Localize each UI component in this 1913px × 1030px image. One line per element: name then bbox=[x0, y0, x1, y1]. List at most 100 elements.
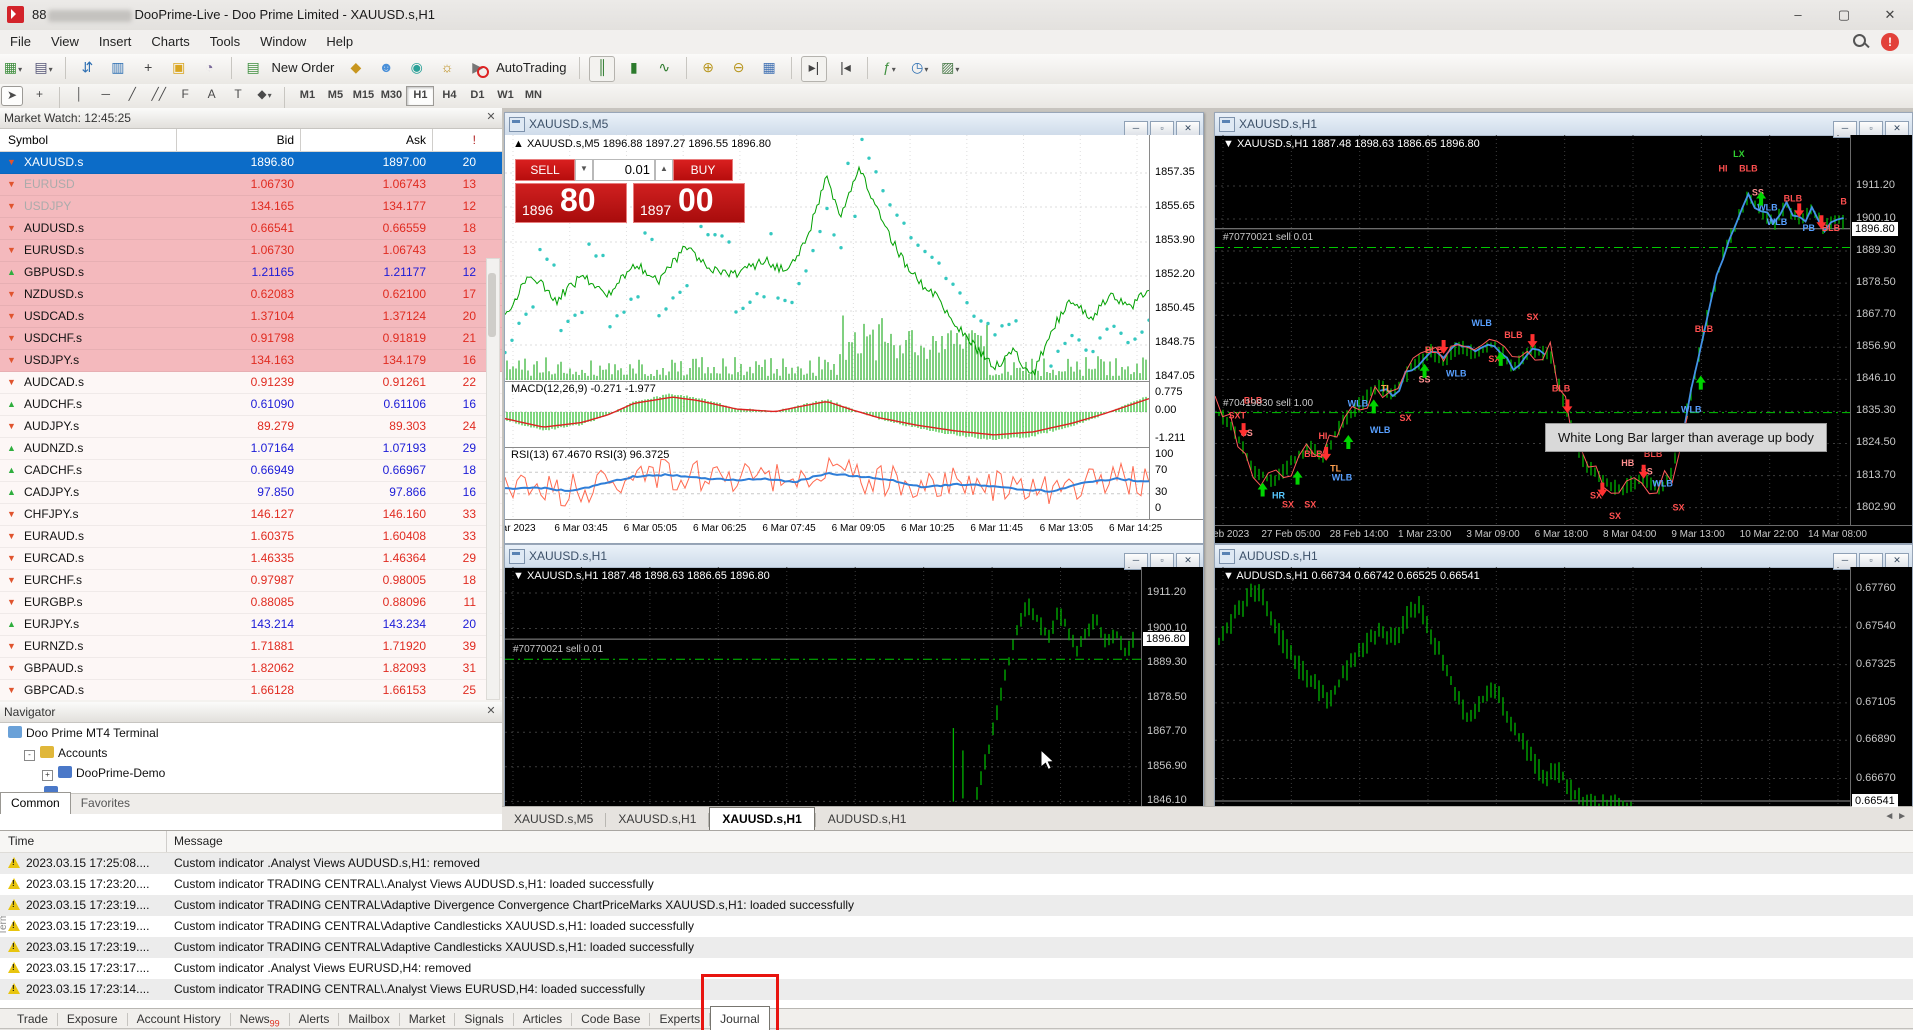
timeframe-h1[interactable]: H1 bbox=[406, 86, 434, 106]
arrows-tool-icon[interactable]: ◆▾ bbox=[255, 86, 275, 104]
horizontal-line-icon[interactable]: ─ bbox=[96, 86, 116, 104]
tile-windows-icon[interactable]: ▦ bbox=[757, 56, 781, 80]
navigator-tab-common[interactable]: Common bbox=[0, 792, 71, 814]
autotrading-icon[interactable]: ▶ bbox=[466, 56, 490, 80]
timeframe-d1[interactable]: D1 bbox=[464, 86, 490, 104]
symbol-row-cadchf.s[interactable]: ▲CADCHF.s0.669490.6696718 bbox=[0, 460, 502, 482]
chart-canvas-audusd-h1[interactable]: 0.677600.675400.673250.671050.668900.666… bbox=[1215, 567, 1912, 807]
buy-button[interactable]: BUY bbox=[673, 159, 733, 181]
menu-window[interactable]: Window bbox=[250, 30, 316, 53]
chart-window-xauusd-m5[interactable]: XAUUSD.s,M5 ─▫✕ SELL ▼ 0.01 ▲ BUY 189680 bbox=[504, 112, 1204, 544]
timeframe-m30[interactable]: M30 bbox=[378, 86, 404, 104]
column-header-![interactable]: ! bbox=[432, 129, 476, 151]
navigator-toggle-icon[interactable]: + bbox=[136, 56, 160, 80]
new-order-button[interactable]: New Order bbox=[272, 54, 335, 82]
chart-tab-3[interactable]: AUDUSD.s,H1 bbox=[816, 808, 919, 831]
menu-view[interactable]: View bbox=[41, 30, 89, 53]
terminal-tab-alerts[interactable]: Alerts bbox=[290, 1009, 339, 1030]
templates-icon[interactable]: ▨▾ bbox=[938, 56, 962, 80]
signals-icon[interactable]: ◉ bbox=[405, 56, 429, 80]
terminal-tab-market[interactable]: Market bbox=[400, 1009, 455, 1030]
chart-window-xauusd-h1-plain[interactable]: XAUUSD.s,H1 ─▫✕ #70770021 sell 0.011911.… bbox=[504, 544, 1204, 808]
menu-help[interactable]: Help bbox=[316, 30, 363, 53]
market-watch-toggle-icon[interactable]: ⇵ bbox=[75, 56, 99, 80]
navigator-close-icon[interactable]: ✕ bbox=[484, 705, 498, 719]
terminal-tab-articles[interactable]: Articles bbox=[514, 1009, 571, 1030]
chart-window-titlebar[interactable]: XAUUSD.s,H1 ─▫✕ bbox=[1215, 113, 1912, 136]
close-button[interactable]: ✕ bbox=[1867, 0, 1913, 29]
chart-window-titlebar[interactable]: XAUUSD.s,M5 ─▫✕ bbox=[505, 113, 1203, 136]
terminal-toggle-icon[interactable]: ▣ bbox=[167, 56, 191, 80]
column-header-symbol[interactable]: Symbol bbox=[8, 129, 48, 151]
symbol-row-audnzd.s[interactable]: ▲AUDNZD.s1.071641.0719329 bbox=[0, 438, 502, 460]
symbol-row-audjpy.s[interactable]: ▼AUDJPY.s89.27989.30324 bbox=[0, 416, 502, 438]
search-icon[interactable] bbox=[1853, 34, 1869, 50]
menu-charts[interactable]: Charts bbox=[141, 30, 199, 53]
timeframe-w1[interactable]: W1 bbox=[492, 86, 518, 104]
cursor-tool-icon[interactable]: ➤ bbox=[1, 86, 23, 106]
navigator-item-accounts[interactable]: -Accounts bbox=[0, 743, 502, 763]
symbol-row-eurjpy.s[interactable]: ▲EURJPY.s143.214143.23420 bbox=[0, 614, 502, 636]
terminal-tab-trade[interactable]: Trade bbox=[8, 1009, 57, 1030]
chart-tab-scroll-arrows[interactable]: ◄ ► bbox=[1884, 811, 1907, 822]
zoom-out-icon[interactable]: ⊖ bbox=[727, 56, 751, 80]
community-icon[interactable]: ☻ bbox=[374, 56, 398, 80]
metaeditor-icon[interactable]: ◆ bbox=[344, 56, 368, 80]
chart-window-titlebar[interactable]: AUDUSD.s,H1 ─▫✕ bbox=[1215, 545, 1912, 568]
services-icon[interactable]: ☼ bbox=[435, 56, 459, 80]
terminal-tab-journal[interactable]: Journal bbox=[710, 1006, 769, 1030]
symbol-row-usdchf.s[interactable]: ▼USDCHF.s0.917980.9181921 bbox=[0, 328, 502, 350]
timeframe-mn[interactable]: MN bbox=[520, 86, 546, 104]
column-header-ask[interactable]: Ask bbox=[300, 129, 426, 151]
menu-tools[interactable]: Tools bbox=[200, 30, 250, 53]
symbol-row-xauusd.s[interactable]: ▼XAUUSD.s1896.801897.0020 bbox=[0, 152, 502, 174]
buy-price-box[interactable]: 189700 bbox=[633, 183, 745, 223]
timeframe-h4[interactable]: H4 bbox=[436, 86, 462, 104]
menu-insert[interactable]: Insert bbox=[89, 30, 142, 53]
tree-expander-icon[interactable]: + bbox=[42, 770, 53, 781]
trendline-icon[interactable]: ╱ bbox=[122, 86, 142, 104]
symbol-row-cadjpy.s[interactable]: ▲CADJPY.s97.85097.86616 bbox=[0, 482, 502, 504]
navigator-item-dooprime-demo[interactable]: +DooPrime-Demo bbox=[0, 763, 502, 783]
profiles-icon[interactable]: ▤▾ bbox=[31, 56, 55, 80]
market-watch-scrollbar[interactable] bbox=[486, 258, 500, 700]
terminal-tab-mailbox[interactable]: Mailbox bbox=[339, 1009, 398, 1030]
symbol-row-eurgbp.s[interactable]: ▼EURGBP.s0.880850.8809611 bbox=[0, 592, 502, 614]
minimize-button[interactable]: – bbox=[1775, 0, 1821, 29]
navigator-tab-favorites[interactable]: Favorites bbox=[71, 794, 140, 813]
market-watch-close-icon[interactable]: ✕ bbox=[484, 111, 498, 125]
symbol-row-eurnzd.s[interactable]: ▼EURNZD.s1.718811.7192039 bbox=[0, 636, 502, 658]
symbol-row-eurusd.s[interactable]: ▼EURUSD.s1.067301.0674313 bbox=[0, 240, 502, 262]
chart-shift-icon[interactable]: |◂ bbox=[833, 56, 857, 80]
symbol-row-eurcad.s[interactable]: ▼EURCAD.s1.463351.4636429 bbox=[0, 548, 502, 570]
text-label-icon[interactable]: T bbox=[228, 86, 248, 104]
chart-window-titlebar[interactable]: XAUUSD.s,H1 ─▫✕ bbox=[505, 545, 1203, 568]
terminal-tab-experts[interactable]: Experts bbox=[650, 1009, 709, 1030]
symbol-row-gbpusd.s[interactable]: ▲GBPUSD.s1.211651.2117712 bbox=[0, 262, 502, 284]
terminal-tab-exposure[interactable]: Exposure bbox=[58, 1009, 127, 1030]
chart-tab-2[interactable]: XAUUSD.s,H1 bbox=[709, 807, 814, 831]
chart-window-xauusd-h1-annotated[interactable]: XAUUSD.s,H1 ─▫✕ SXTSSBLBHRSXSXBLBHITLWLB… bbox=[1214, 112, 1913, 544]
chart-canvas-xauusd-m5[interactable]: SELL ▼ 0.01 ▲ BUY 189680 189700 1857.351… bbox=[505, 135, 1203, 543]
indicators-icon[interactable]: ƒ▾ bbox=[877, 56, 901, 80]
symbol-row-gbpaud.s[interactable]: ▼GBPAUD.s1.820621.8209331 bbox=[0, 658, 502, 680]
terminal-tab-signals[interactable]: Signals bbox=[455, 1009, 512, 1030]
maximize-button[interactable]: ▢ bbox=[1821, 0, 1867, 29]
navigator-item-doo-prime-mt4-terminal[interactable]: Doo Prime MT4 Terminal bbox=[0, 723, 502, 743]
symbol-row-audchf.s[interactable]: ▲AUDCHF.s0.610900.6110616 bbox=[0, 394, 502, 416]
new-chart-icon[interactable]: ▦▾ bbox=[1, 56, 25, 80]
volume-decrease-stepper[interactable]: ▼ bbox=[575, 159, 593, 181]
symbol-row-usdjpy[interactable]: ▼USDJPY134.165134.17712 bbox=[0, 196, 502, 218]
menu-file[interactable]: File bbox=[0, 30, 41, 53]
auto-scroll-icon[interactable]: ▸| bbox=[801, 56, 827, 82]
channel-icon[interactable]: ╱╱ bbox=[149, 86, 169, 104]
symbol-row-euraud.s[interactable]: ▼EURAUD.s1.603751.6040833 bbox=[0, 526, 502, 548]
help-alert-icon[interactable]: ! bbox=[1881, 33, 1899, 51]
chart-tab-0[interactable]: XAUUSD.s,M5 bbox=[502, 808, 605, 831]
sell-price-box[interactable]: 189680 bbox=[515, 183, 627, 223]
bar-chart-icon[interactable]: ║ bbox=[589, 56, 615, 82]
timeframe-m15[interactable]: M15 bbox=[350, 86, 376, 104]
column-header-bid[interactable]: Bid bbox=[176, 129, 294, 151]
candlestick-chart-icon[interactable]: ▮ bbox=[622, 56, 646, 80]
symbol-row-usdcad.s[interactable]: ▼USDCAD.s1.371041.3712420 bbox=[0, 306, 502, 328]
